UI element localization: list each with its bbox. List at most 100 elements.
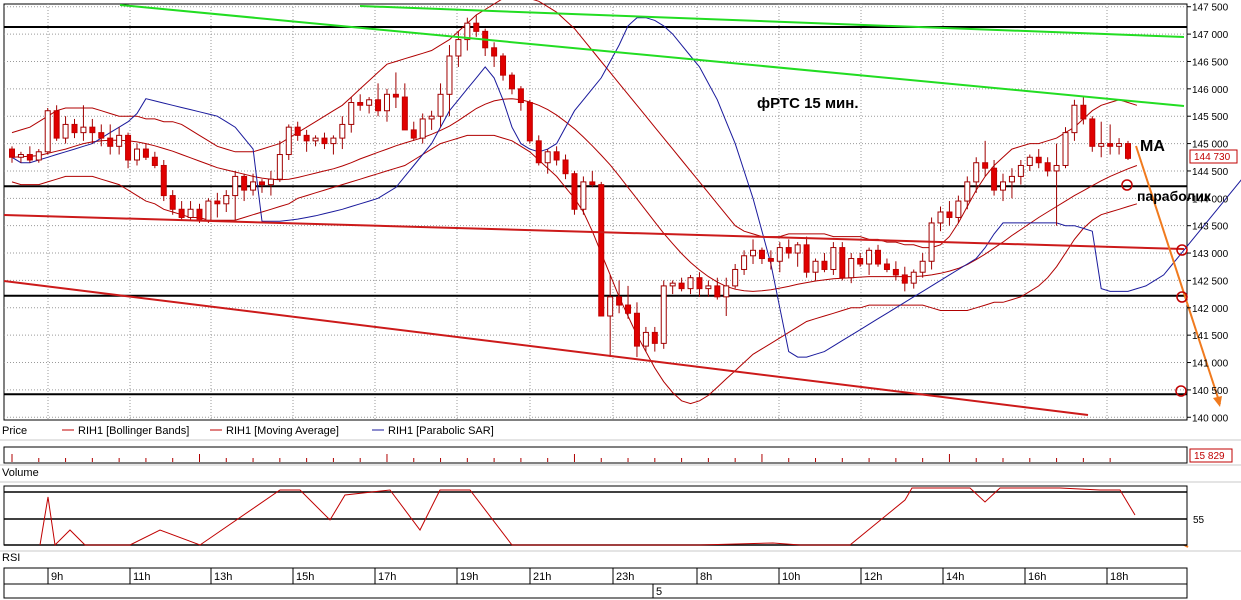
candle-body xyxy=(437,93,444,117)
candle-body xyxy=(1026,156,1033,166)
candle-body xyxy=(839,247,846,279)
y-tick-label: 140 000 xyxy=(1192,413,1229,424)
candle-body xyxy=(267,178,274,186)
candle-body xyxy=(821,260,828,270)
candle-body xyxy=(553,151,560,161)
candle-body xyxy=(526,102,533,142)
last-price-box: 144 730 xyxy=(1189,149,1238,164)
candle-body xyxy=(892,268,899,276)
candle-body xyxy=(53,110,60,139)
candle-body xyxy=(875,249,882,265)
candle-body xyxy=(71,123,78,134)
candle-body xyxy=(1125,143,1131,159)
x-tick-label: 12h xyxy=(864,571,882,583)
candle-body xyxy=(419,118,426,139)
candle-body xyxy=(276,154,283,180)
legend-label: RIH1 [Parabolic SAR] xyxy=(388,425,494,437)
legend-label: Price xyxy=(2,425,27,437)
candle-body xyxy=(758,249,765,260)
y-tick-label: 147 000 xyxy=(1192,30,1229,41)
candle-body xyxy=(366,99,373,106)
candle-body xyxy=(642,331,649,347)
candle-body xyxy=(616,296,623,306)
candle-body xyxy=(330,137,337,145)
candle-body xyxy=(571,173,578,210)
x-tick-label: 13h xyxy=(214,571,232,583)
candle-body xyxy=(1035,156,1042,164)
candle-body xyxy=(241,175,248,191)
candle-body xyxy=(1089,118,1096,147)
candle-body xyxy=(1080,104,1087,120)
candle-body xyxy=(750,249,757,257)
candle-body xyxy=(687,277,694,290)
volume-panel-label: Volume xyxy=(2,467,39,479)
candle-body xyxy=(741,255,748,270)
candle-body xyxy=(633,312,640,347)
title-annotation: фРТС 15 мин. xyxy=(757,95,859,112)
candle-body xyxy=(598,184,605,317)
candle-body xyxy=(946,211,953,218)
candle-body xyxy=(303,134,310,142)
candle-body xyxy=(285,126,292,156)
candle-body xyxy=(660,285,667,344)
candle-body xyxy=(883,263,890,270)
candle-body xyxy=(812,260,819,273)
candle-body xyxy=(232,175,239,197)
x-tick-label: 15h xyxy=(296,571,314,583)
candle-body xyxy=(500,55,507,76)
candle-body xyxy=(223,195,230,205)
x-tick-label: 14h xyxy=(946,571,964,583)
candle-body xyxy=(455,39,462,57)
y-tick-label: 145 000 xyxy=(1192,140,1229,151)
y-tick-label: 143 500 xyxy=(1192,222,1229,233)
candle-body xyxy=(107,137,114,147)
candle-body xyxy=(428,115,435,120)
y-tick-label: 146 000 xyxy=(1192,85,1229,96)
rsi-level-label: 55 xyxy=(1193,515,1205,526)
candle-body xyxy=(348,102,355,125)
candle-body xyxy=(1071,104,1078,134)
candle-body xyxy=(544,151,551,164)
candle-body xyxy=(508,74,515,90)
x-tick-label: 11h xyxy=(133,571,151,583)
chart-canvas: 147 500 147 000 146 500 146 000 145 500 145 0… xyxy=(0,0,1241,599)
y-tick-label: 141 500 xyxy=(1192,331,1229,342)
candle-body xyxy=(848,258,855,279)
candle-body xyxy=(357,102,364,106)
candle-body xyxy=(196,208,203,221)
candle-body xyxy=(1098,143,1105,147)
candle-body xyxy=(866,249,873,265)
candle-body xyxy=(446,55,453,95)
candle-body xyxy=(937,211,944,224)
candle-body xyxy=(133,148,140,161)
candle-body xyxy=(44,110,51,153)
candle-body xyxy=(169,195,176,210)
candle-body xyxy=(678,282,685,290)
candle-body xyxy=(410,129,417,139)
y-tick-label: 144 500 xyxy=(1192,167,1229,178)
candle-body xyxy=(1008,175,1015,183)
candle-body xyxy=(321,137,328,145)
candle-body xyxy=(776,247,783,262)
candle-body xyxy=(830,247,837,270)
candle-body xyxy=(1017,164,1024,177)
x-tick-label: 19h xyxy=(460,571,478,583)
y-tick-label: 145 500 xyxy=(1192,112,1229,123)
x-tick-label: 17h xyxy=(378,571,396,583)
candle-body xyxy=(26,154,33,161)
day-marker: 5 xyxy=(656,586,662,598)
candle-body xyxy=(794,244,801,254)
candle-body xyxy=(517,88,524,104)
candle-body xyxy=(669,282,676,287)
x-tick-label: 16h xyxy=(1028,571,1046,583)
y-axis: 147 500 147 000 146 500 146 000 145 500 145 0… xyxy=(1187,3,1229,424)
candle-body xyxy=(1062,132,1069,166)
rsi-panel-label: RSI xyxy=(2,552,20,564)
candle-body xyxy=(214,200,221,205)
candle-body xyxy=(98,132,105,139)
y-tick-label: 147 500 xyxy=(1192,3,1229,14)
rsi-panel xyxy=(3,485,1188,546)
candle-body xyxy=(205,200,212,221)
candle-body xyxy=(901,274,908,284)
candle-body xyxy=(625,304,632,314)
